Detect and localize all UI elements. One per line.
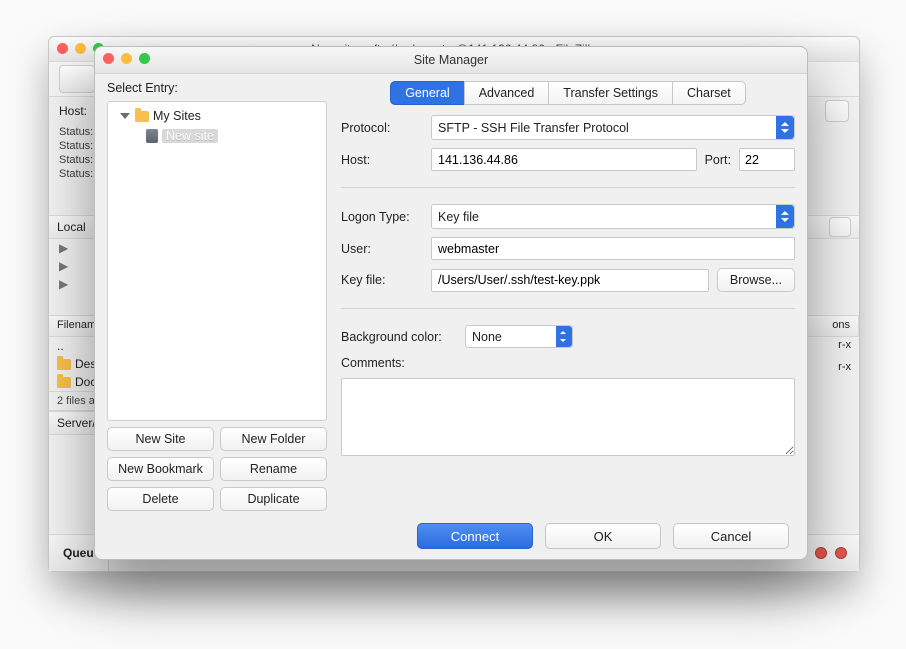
maximize-icon[interactable] [139,53,150,64]
chevron-down-icon[interactable] [120,113,130,119]
status-dot-icon [835,547,847,559]
local-site-label: Local [57,220,86,234]
connect-button[interactable]: Connect [417,523,533,549]
host-input[interactable] [431,148,697,171]
close-icon[interactable] [103,53,114,64]
separator [341,187,795,188]
site-manager-dialog: Site Manager Select Entry: My Sites New … [94,46,808,560]
rename-button[interactable]: Rename [220,457,327,481]
sites-tree[interactable]: My Sites New site [107,101,327,421]
parent-dir[interactable]: .. [57,339,64,353]
col-permissions[interactable]: ons [824,316,859,336]
comments-label: Comments: [341,356,795,370]
minimize-icon[interactable] [121,53,132,64]
port-label: Port: [705,153,731,167]
tree-root-my-sites[interactable]: My Sites [110,106,324,126]
protocol-label: Protocol: [341,121,423,135]
background-color-select[interactable]: None [465,325,573,348]
user-input[interactable] [431,237,795,260]
folder-icon [57,377,71,388]
quickconnect-dropdown[interactable] [825,100,849,122]
keyfile-label: Key file: [341,273,423,287]
site-manager-icon[interactable] [59,65,95,93]
comments-textarea[interactable] [341,378,795,456]
chevron-updown-icon [776,205,794,228]
chevron-updown-icon [776,116,794,139]
delete-button[interactable]: Delete [107,487,214,511]
status-dot-icon [815,547,827,559]
tab-general[interactable]: General [390,81,464,105]
new-site-button[interactable]: New Site [107,427,214,451]
cancel-button[interactable]: Cancel [673,523,789,549]
dialog-titlebar: Site Manager [95,47,807,74]
close-icon[interactable] [57,43,68,54]
logon-type-label: Logon Type: [341,210,423,224]
host-label: Host: [341,153,423,167]
select-entry-label: Select Entry: [107,81,327,95]
user-label: User: [341,242,423,256]
tree-item-label: New site [162,129,218,143]
logon-type-select[interactable]: Key file [431,204,795,229]
new-folder-button[interactable]: New Folder [220,427,327,451]
chevron-updown-icon [556,326,572,347]
folder-icon [135,111,149,122]
tab-transfer-settings[interactable]: Transfer Settings [548,81,673,105]
dialog-footer: Connect OK Cancel [95,513,807,559]
background-color-label: Background color: [341,330,457,344]
minimize-icon[interactable] [75,43,86,54]
ok-button[interactable]: OK [545,523,661,549]
settings-tabs: General Advanced Transfer Settings Chars… [341,81,795,105]
new-bookmark-button[interactable]: New Bookmark [107,457,214,481]
dialog-title: Site Manager [414,53,488,67]
protocol-value: SFTP - SSH File Transfer Protocol [438,121,629,135]
remote-path-dropdown[interactable] [829,217,851,237]
dialog-window-controls[interactable] [103,53,150,64]
duplicate-button[interactable]: Duplicate [220,487,327,511]
server-icon [146,129,158,143]
background-color-value: None [472,330,502,344]
server-local-label: Server/ [57,416,96,430]
tab-charset[interactable]: Charset [672,81,746,105]
protocol-select[interactable]: SFTP - SSH File Transfer Protocol [431,115,795,140]
port-input[interactable] [739,148,795,171]
tab-advanced[interactable]: Advanced [464,81,550,105]
separator [341,308,795,309]
folder-icon [57,359,71,370]
tree-root-label: My Sites [153,109,201,123]
logon-type-value: Key file [438,210,479,224]
keyfile-input[interactable] [431,269,709,292]
tree-item-new-site[interactable]: New site [110,126,324,146]
browse-button[interactable]: Browse... [717,268,795,292]
